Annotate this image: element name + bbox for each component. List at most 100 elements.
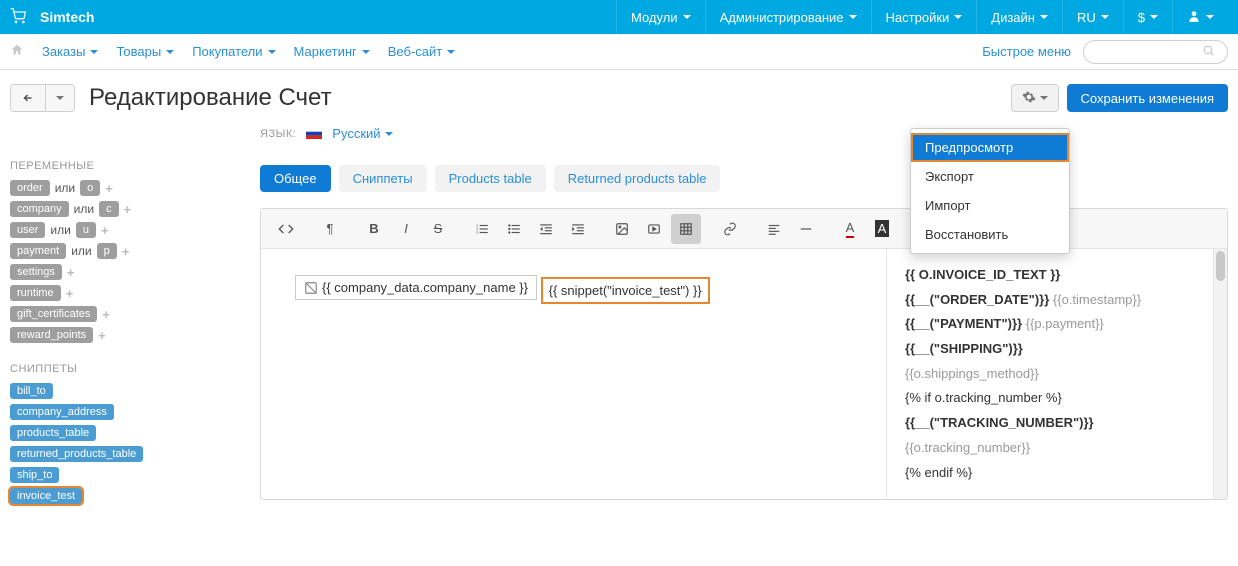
var-short-tag[interactable]: o	[80, 180, 100, 196]
menu-products[interactable]: Товары	[116, 44, 174, 59]
editor: ¶ B I S 123 A A	[260, 208, 1228, 500]
language-selector[interactable]: ЯЗЫК: Русский	[260, 126, 1228, 141]
topnav-design[interactable]: Дизайн	[976, 0, 1062, 34]
topnav-label: Администрирование	[720, 10, 844, 25]
page-title: Редактирование Счет	[89, 84, 332, 112]
var-row: runtime +	[10, 285, 240, 301]
caret-down-icon	[166, 50, 174, 54]
plus-icon[interactable]: +	[105, 181, 113, 196]
menu-label: Товары	[116, 44, 161, 59]
image-icon[interactable]	[607, 214, 637, 244]
var-row: orderилиo+	[10, 180, 240, 196]
menu-label: Маркетинг	[294, 44, 357, 59]
table-icon[interactable]	[671, 214, 701, 244]
topnav-modules[interactable]: Модули	[616, 0, 705, 34]
topnav-account[interactable]	[1172, 0, 1228, 34]
plus-icon[interactable]: +	[101, 223, 109, 238]
gear-icon	[1022, 90, 1036, 107]
var-short-tag[interactable]: c	[99, 201, 119, 217]
tab-general[interactable]: Общее	[260, 165, 331, 192]
back-dropdown-toggle[interactable]	[46, 85, 74, 111]
dropdown-export[interactable]: Экспорт	[911, 162, 1069, 191]
lang-value: Русский	[332, 126, 392, 141]
gear-button[interactable]	[1011, 84, 1059, 112]
outdent-icon[interactable]	[531, 214, 561, 244]
topnav-label: Модули	[631, 10, 678, 25]
italic-icon[interactable]: I	[391, 214, 421, 244]
tabs: Общее Сниппеты Products table Returned p…	[260, 165, 1228, 192]
var-tag[interactable]: user	[10, 222, 45, 238]
plus-icon[interactable]: +	[98, 328, 106, 343]
plus-icon[interactable]: +	[67, 265, 75, 280]
menu-orders[interactable]: Заказы	[42, 44, 98, 59]
plus-icon[interactable]: +	[102, 307, 110, 322]
tpl-line: {{o.shippings_method}}	[905, 362, 1209, 387]
menu-marketing[interactable]: Маркетинг	[294, 44, 370, 59]
editor-content[interactable]: {{ company_data.company_name }} {{ snipp…	[261, 249, 1227, 499]
company-placeholder[interactable]: {{ company_data.company_name }}	[295, 275, 537, 300]
list-ordered-icon[interactable]: 123	[467, 214, 497, 244]
menu-customers[interactable]: Покупатели	[192, 44, 275, 59]
back-button[interactable]	[11, 85, 46, 111]
var-tag[interactable]: gift_certificates	[10, 306, 97, 322]
menu-website[interactable]: Веб-сайт	[388, 44, 455, 59]
topbar-right: Модули Администрирование Настройки Дизай…	[616, 0, 1228, 34]
snippet-tag[interactable]: invoice_test	[10, 488, 82, 504]
tab-products-table[interactable]: Products table	[435, 165, 546, 192]
search-input[interactable]	[1083, 40, 1228, 64]
list-bullet-icon[interactable]	[499, 214, 529, 244]
var-row: gift_certificates +	[10, 306, 240, 322]
indent-icon[interactable]	[563, 214, 593, 244]
save-button[interactable]: Сохранить изменения	[1067, 84, 1229, 112]
source-icon[interactable]	[271, 214, 301, 244]
topnav-settings[interactable]: Настройки	[871, 0, 977, 34]
var-tag[interactable]: order	[10, 180, 50, 196]
bg-color-icon[interactable]: A	[867, 214, 897, 244]
topnav-language[interactable]: RU	[1062, 0, 1123, 34]
scroll-thumb[interactable]	[1216, 251, 1225, 281]
hr-icon[interactable]	[791, 214, 821, 244]
brand-name[interactable]: Simtech	[40, 9, 94, 25]
vars-list: orderилиo+ companyилиc+ userилиu+ paymen…	[10, 180, 240, 343]
link-icon[interactable]	[715, 214, 745, 244]
caret-down-icon	[362, 50, 370, 54]
snippet-placeholder[interactable]: {{ snippet("invoice_test") }}	[541, 277, 710, 304]
var-tag[interactable]: company	[10, 201, 69, 217]
snippet-tag[interactable]: returned_products_table	[10, 446, 143, 462]
vars-heading: ПЕРЕМЕННЫЕ	[10, 160, 240, 172]
snippet-tag[interactable]: bill_to	[10, 383, 53, 399]
var-row: paymentилиp+	[10, 243, 240, 259]
snippet-tag[interactable]: company_address	[10, 404, 114, 420]
plus-icon[interactable]: +	[122, 244, 130, 259]
dropdown-restore[interactable]: Восстановить	[911, 220, 1069, 249]
dropdown-preview[interactable]: Предпросмотр	[911, 133, 1069, 162]
topnav-currency[interactable]: $	[1123, 0, 1172, 34]
topnav-administration[interactable]: Администрирование	[705, 0, 871, 34]
var-row: companyилиc+	[10, 201, 240, 217]
quick-menu-link[interactable]: Быстрое меню	[982, 44, 1071, 59]
tab-returned-products-table[interactable]: Returned products table	[554, 165, 721, 192]
var-short-tag[interactable]: p	[97, 243, 117, 259]
paragraph-icon[interactable]: ¶	[315, 214, 345, 244]
var-short-tag[interactable]: u	[76, 222, 96, 238]
topnav-label: Настройки	[886, 10, 950, 25]
tab-snippets[interactable]: Сниппеты	[339, 165, 427, 192]
scrollbar[interactable]	[1213, 249, 1227, 499]
var-tag[interactable]: runtime	[10, 285, 61, 301]
tpl-line: {{__("SHIPPING")}}	[905, 337, 1209, 362]
strikethrough-icon[interactable]: S	[423, 214, 453, 244]
dropdown-import[interactable]: Импорт	[911, 191, 1069, 220]
font-color-icon[interactable]: A	[835, 214, 865, 244]
plus-icon[interactable]: +	[66, 286, 74, 301]
var-tag[interactable]: payment	[10, 243, 66, 259]
plus-icon[interactable]: +	[124, 202, 132, 217]
align-left-icon[interactable]	[759, 214, 789, 244]
home-icon[interactable]	[10, 43, 24, 60]
video-icon[interactable]	[639, 214, 669, 244]
bold-icon[interactable]: B	[359, 214, 389, 244]
snippet-tag[interactable]: ship_to	[10, 467, 59, 483]
editor-right-cell: {{ O.INVOICE_ID_TEXT }} {{__("ORDER_DATE…	[887, 249, 1227, 499]
snippet-tag[interactable]: products_table	[10, 425, 96, 441]
var-tag[interactable]: reward_points	[10, 327, 93, 343]
var-tag[interactable]: settings	[10, 264, 62, 280]
